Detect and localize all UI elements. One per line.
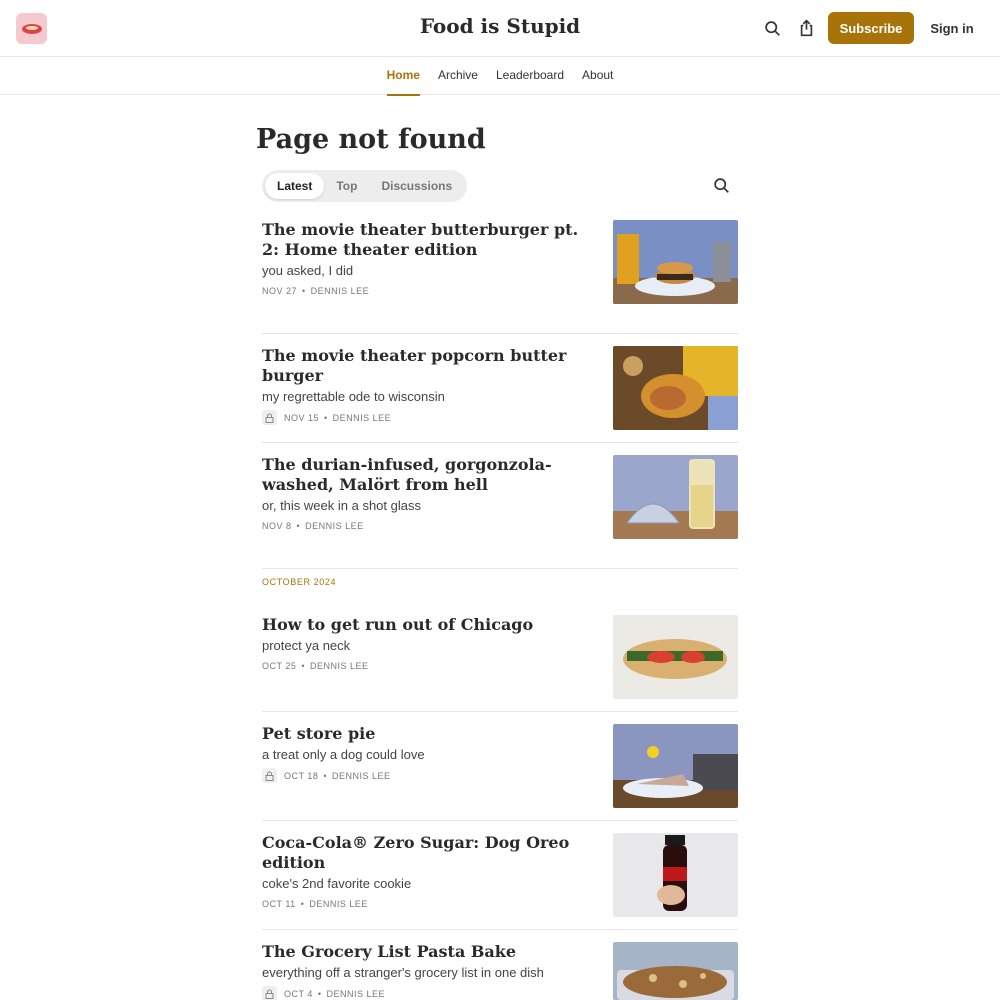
lock-icon	[262, 410, 277, 425]
meta-separator: •	[302, 286, 306, 296]
post-author[interactable]: DENNIS LEE	[333, 411, 392, 425]
post-title[interactable]: The movie theater butterburger pt. 2: Ho…	[262, 220, 582, 260]
nav-item-about[interactable]: About	[573, 57, 622, 95]
post-title[interactable]: The durian-infused, gorgonzola-washed, M…	[262, 455, 582, 495]
post-search-icon[interactable]	[713, 177, 731, 195]
post-author[interactable]: DENNIS LEE	[327, 987, 386, 1000]
sign-in-button[interactable]: Sign in	[922, 12, 982, 44]
nav-item-home[interactable]: Home	[378, 57, 429, 96]
site-header: Food is Stupid Subscribe Sign in	[0, 0, 1000, 57]
post-date: OCT 11	[262, 899, 296, 909]
post-thumbnail[interactable]	[613, 615, 738, 699]
post-author[interactable]: DENNIS LEE	[311, 284, 370, 298]
post-date: NOV 27	[262, 286, 298, 296]
meta-separator: •	[296, 521, 301, 531]
main-nav: Home Archive Leaderboard About	[0, 57, 1000, 96]
tab-latest[interactable]: Latest	[265, 173, 325, 199]
post-title[interactable]: How to get run out of Chicago	[262, 615, 582, 635]
post-author[interactable]: DENNIS LEE	[332, 769, 391, 783]
post-divider	[262, 929, 738, 930]
post-divider	[262, 820, 738, 821]
page-title: Page not found	[256, 124, 486, 155]
post-thumbnail[interactable]	[613, 942, 738, 1000]
post-title[interactable]: Pet store pie	[262, 724, 582, 744]
nav-item-leaderboard[interactable]: Leaderboard	[487, 57, 573, 95]
post-thumbnail[interactable]	[613, 724, 738, 808]
post-filter-tabs: Latest Top Discussions	[262, 170, 468, 202]
subscribe-button[interactable]: Subscribe	[828, 12, 914, 44]
post-thumbnail[interactable]	[613, 455, 738, 539]
meta-separator: •	[300, 899, 305, 909]
post-date: NOV 8	[262, 521, 292, 531]
post-author[interactable]: DENNIS LEE	[305, 519, 364, 533]
post-title[interactable]: The Grocery List Pasta Bake	[262, 942, 582, 962]
post-divider	[262, 568, 738, 569]
meta-separator: •	[317, 988, 322, 999]
post-divider	[262, 333, 738, 334]
lock-icon	[262, 986, 277, 1000]
share-icon[interactable]	[795, 17, 817, 39]
post-date: NOV 15	[284, 412, 320, 423]
meta-separator: •	[323, 770, 328, 781]
section-label: OCTOBER 2024	[262, 577, 337, 587]
search-icon[interactable]	[761, 17, 783, 39]
post-thumbnail[interactable]	[613, 220, 738, 304]
post-divider	[262, 442, 738, 443]
tab-top[interactable]: Top	[324, 173, 369, 199]
post-author[interactable]: DENNIS LEE	[309, 897, 368, 911]
tab-discussions[interactable]: Discussions	[369, 173, 464, 199]
post-date: OCT 25	[262, 661, 297, 671]
post-thumbnail[interactable]	[613, 346, 738, 430]
post-date: OCT 4	[284, 988, 313, 999]
nav-item-archive[interactable]: Archive	[429, 57, 487, 95]
post-date: OCT 18	[284, 770, 319, 781]
post-title[interactable]: The movie theater popcorn butter burger	[262, 346, 582, 386]
post-thumbnail[interactable]	[613, 833, 738, 917]
meta-separator: •	[301, 661, 306, 671]
lock-icon	[262, 768, 277, 783]
post-author[interactable]: DENNIS LEE	[310, 659, 369, 673]
meta-separator: •	[324, 412, 328, 423]
post-title[interactable]: Coca-Cola® Zero Sugar: Dog Oreo edition	[262, 833, 582, 873]
post-divider	[262, 711, 738, 712]
